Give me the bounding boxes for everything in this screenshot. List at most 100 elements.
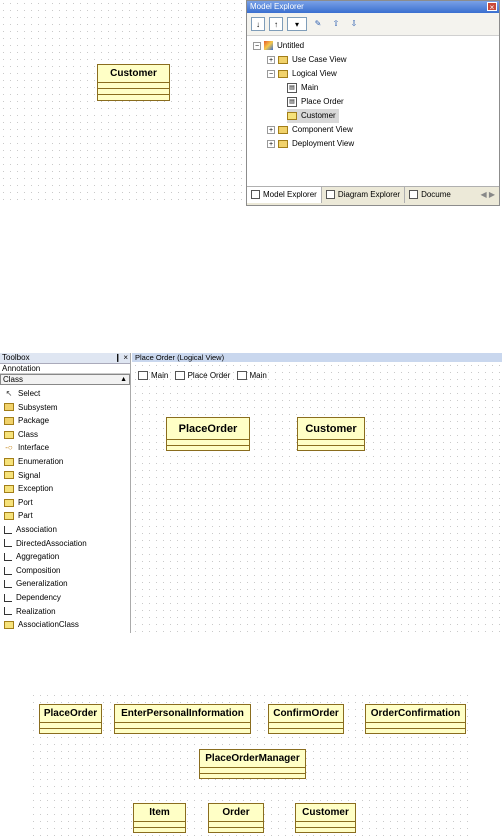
- breadcrumb: Main Place Order Main: [138, 371, 271, 381]
- class-operations-compartment: [200, 774, 305, 779]
- toolbox-item-class[interactable]: Class: [0, 428, 130, 442]
- class-place-order-manager[interactable]: PlaceOrderManager: [199, 749, 306, 779]
- move-down-icon[interactable]: ⇩: [347, 17, 361, 31]
- move-up-icon[interactable]: ⇧: [329, 17, 343, 31]
- port-icon: [4, 498, 14, 507]
- class-place-order-3[interactable]: PlaceOrder: [39, 704, 102, 734]
- item-label: Dependency: [16, 592, 61, 602]
- toolbox-header: Toolbox ❙ ×: [0, 353, 130, 364]
- diagram-icon: [138, 371, 148, 381]
- class-customer-2[interactable]: Customer: [297, 417, 365, 451]
- tree-item-label: Deployment View: [292, 139, 355, 148]
- tree-item-main[interactable]: ▤ Main: [287, 81, 318, 95]
- toolbox-item-realization[interactable]: Realization: [0, 605, 130, 619]
- pin-close-icon[interactable]: ❙ ×: [114, 353, 128, 363]
- class-enter-personal-information[interactable]: EnterPersonalInformation: [114, 704, 251, 734]
- toolbox-item-select[interactable]: ↖ Select: [0, 387, 130, 401]
- tab-documentation[interactable]: Docume: [405, 187, 455, 203]
- tab-label: Docume: [421, 190, 451, 199]
- tree-item-logical-view[interactable]: − Logical View: [267, 67, 337, 81]
- class-confirm-order[interactable]: ConfirmOrder: [268, 704, 344, 734]
- tab-model-explorer[interactable]: Model Explorer: [247, 187, 322, 203]
- class-customer-3[interactable]: Customer: [295, 803, 356, 833]
- toolbox-item-port[interactable]: Port: [0, 496, 130, 510]
- collapse-icon[interactable]: −: [253, 41, 261, 50]
- breadcrumb-item[interactable]: Main: [236, 371, 267, 381]
- tab-scroll-arrows-icon[interactable]: ◀ ▶: [480, 190, 495, 199]
- tree-root[interactable]: − Untitled: [253, 39, 304, 53]
- class-item[interactable]: Item: [133, 803, 186, 833]
- class-operations-compartment: [298, 446, 364, 451]
- toolbox-item-interface[interactable]: -○ Interface: [0, 441, 130, 455]
- tree-item-label: Component View: [292, 125, 353, 134]
- toolbox-item-directed-association[interactable]: DirectedAssociation: [0, 537, 130, 551]
- class-customer-1[interactable]: Customer: [97, 64, 170, 101]
- model-explorer-panel: Model Explorer × ↓ ↑ ▾ ✎ ⇧ ⇩ − Untitled +…: [246, 0, 500, 206]
- expand-icon[interactable]: +: [267, 139, 275, 148]
- toolbox-item-signal[interactable]: Signal: [0, 469, 130, 483]
- model-explorer-titlebar: Model Explorer ×: [247, 1, 499, 13]
- toolbox-item-enumeration[interactable]: Enumeration: [0, 455, 130, 469]
- expand-icon[interactable]: +: [267, 125, 275, 134]
- tree-item-deployment-view[interactable]: + Deployment View: [267, 137, 354, 151]
- breadcrumb-item[interactable]: Place Order: [174, 371, 230, 381]
- toolbox-category-annotation[interactable]: Annotation: [0, 364, 130, 374]
- toolbox-item-dependency[interactable]: Dependency: [0, 591, 130, 605]
- tree-item-place-order[interactable]: ▤ Place Order: [287, 95, 344, 109]
- toolbox-item-composition[interactable]: Composition: [0, 564, 130, 578]
- sort-descending-icon[interactable]: ↑: [269, 17, 283, 31]
- tab-diagram-explorer[interactable]: Diagram Explorer: [322, 187, 406, 203]
- item-label: Signal: [18, 470, 41, 480]
- collapse-icon[interactable]: −: [267, 69, 275, 78]
- toolbox-item-association-class[interactable]: AssociationClass: [0, 618, 130, 632]
- item-label: Package: [18, 416, 50, 426]
- class-name: PlaceOrder: [40, 705, 101, 723]
- close-icon[interactable]: ×: [487, 2, 497, 12]
- item-label: DirectedAssociation: [16, 538, 87, 548]
- association-class-icon: [4, 620, 14, 629]
- item-label: Exception: [18, 484, 54, 494]
- class-operations-compartment: [209, 828, 263, 833]
- tree-item-component-view[interactable]: + Component View: [267, 123, 353, 137]
- item-label: AssociationClass: [18, 620, 79, 630]
- diagram-canvas-2[interactable]: [132, 362, 502, 633]
- toolbox-item-part[interactable]: Part: [0, 509, 130, 523]
- toolbox-item-package[interactable]: Package: [0, 414, 130, 428]
- tree-item-label: Place Order: [301, 97, 344, 106]
- toolbox-item-generalization[interactable]: Generalization: [0, 577, 130, 591]
- folder-icon: [278, 69, 288, 78]
- diagram-explorer-icon: [325, 190, 335, 200]
- toolbox-category-class[interactable]: Class ▲: [0, 374, 130, 385]
- model-explorer-icon: [251, 190, 260, 200]
- diagram-canvas-1[interactable]: [0, 0, 244, 206]
- toolbox-item-exception[interactable]: Exception: [0, 482, 130, 496]
- class-name: Customer: [298, 418, 364, 440]
- enumeration-icon: [4, 457, 14, 466]
- expand-icon[interactable]: +: [267, 55, 275, 64]
- sort-ascending-icon[interactable]: ↓: [251, 17, 265, 31]
- breadcrumb-item[interactable]: Main: [138, 371, 169, 381]
- class-order[interactable]: Order: [208, 803, 264, 833]
- tree-item-use-case-view[interactable]: + Use Case View: [267, 53, 347, 67]
- toolbox-item-aggregation[interactable]: Aggregation: [0, 550, 130, 564]
- item-label: Port: [18, 497, 33, 507]
- tree-item-customer[interactable]: Customer: [287, 109, 339, 123]
- add-element-icon[interactable]: ▾: [287, 17, 307, 31]
- class-name: Customer: [296, 804, 355, 822]
- toolbox-item-association[interactable]: Association: [0, 523, 130, 537]
- properties-icon[interactable]: ✎: [311, 17, 325, 31]
- class-order-confirmation[interactable]: OrderConfirmation: [365, 704, 466, 734]
- scroll-up-icon[interactable]: ▲: [120, 375, 127, 384]
- directed-association-icon: [4, 539, 12, 548]
- class-name: PlaceOrder: [167, 418, 249, 440]
- class-place-order[interactable]: PlaceOrder: [166, 417, 250, 451]
- toolbox-item-subsystem[interactable]: Subsystem: [0, 401, 130, 415]
- class-name: ConfirmOrder: [269, 705, 343, 723]
- part-icon: [4, 512, 14, 521]
- item-label: Select: [18, 389, 41, 398]
- class-name: OrderConfirmation: [366, 705, 465, 723]
- diagram-tab-title[interactable]: Place Order (Logical View): [132, 353, 502, 362]
- folder-icon: [278, 55, 288, 64]
- breadcrumb-label: Main: [151, 371, 169, 380]
- folder-icon: [278, 139, 288, 148]
